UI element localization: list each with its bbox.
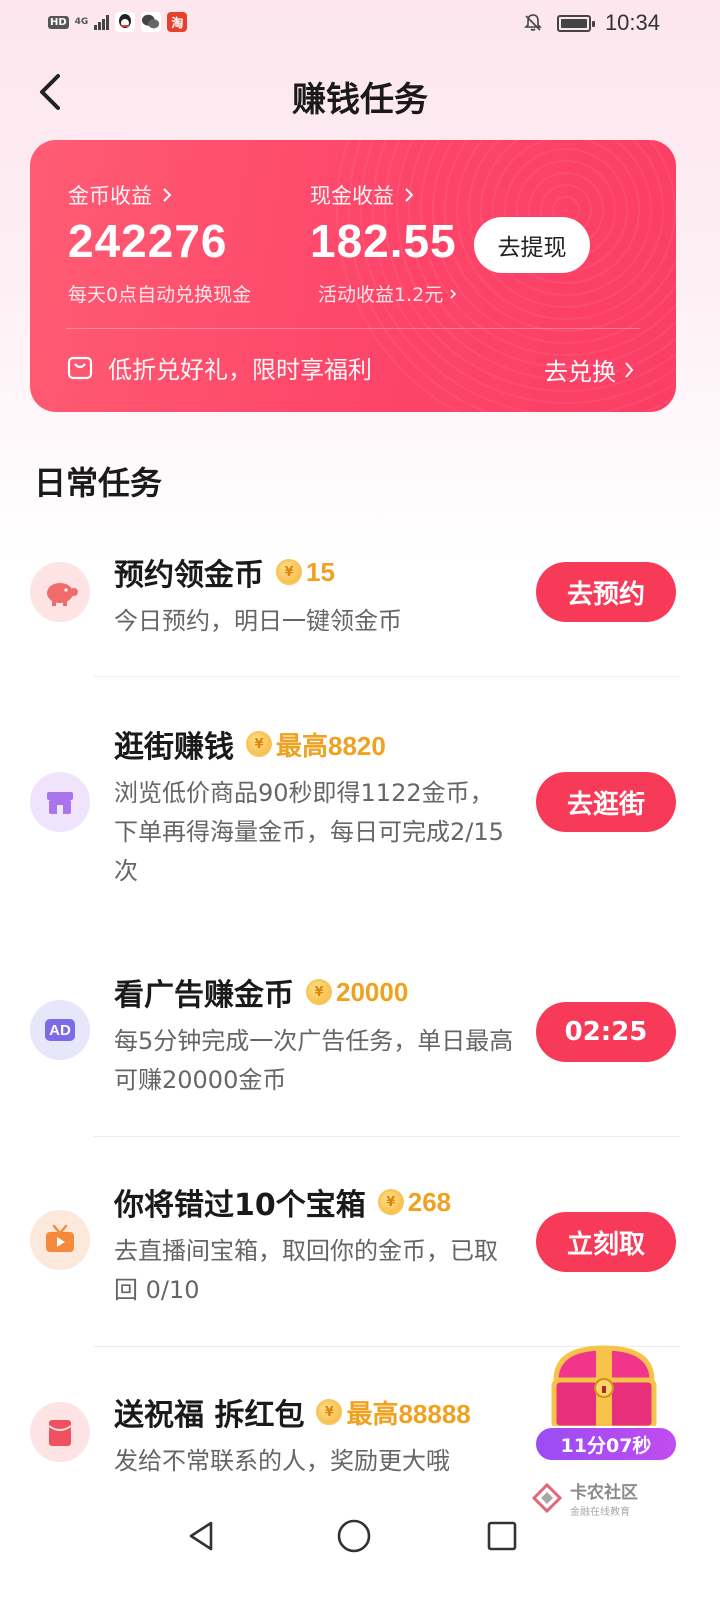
ad-icon-label: AD: [49, 1021, 71, 1039]
task-title: 送祝福 拆红包: [114, 1398, 305, 1433]
redeem-label: 去兑换: [544, 358, 616, 386]
reward-badge: ¥ 最高8820: [246, 726, 386, 763]
task-title: 你将错过10个宝箱: [114, 1188, 366, 1223]
promo-text: 低折兑好礼，限时享福利: [108, 356, 372, 384]
task-icon-wrapper: [30, 562, 90, 622]
page-title: 赚钱任务: [292, 80, 428, 120]
taobao-icon: 淘: [167, 12, 188, 32]
redeem-button[interactable]: 去兑换: [544, 352, 634, 387]
task-reserve-coins: 预约领金币 ¥ 15 今日预约，明日一键领金币 去预约: [0, 540, 720, 680]
cash-earnings-label: 现金收益: [310, 184, 394, 208]
section-title-daily-tasks: 日常任务: [34, 464, 163, 502]
qq-icon: [115, 12, 136, 32]
task-treasure-boxes: 你将错过10个宝箱 ¥ 268 去直播间宝箱，取回你的金币，已取回 0/10 立…: [0, 1170, 720, 1330]
coin-icon: ¥: [377, 1189, 404, 1215]
reward-amount: 268: [407, 1186, 452, 1217]
coin-icon: ¥: [316, 1399, 343, 1425]
battery-icon: [556, 14, 595, 32]
task-icon-wrapper: [30, 772, 90, 832]
task-title: 看广告赚金币: [114, 978, 294, 1013]
browse-button[interactable]: 去逛街: [536, 772, 676, 832]
withdraw-button[interactable]: 去提现: [474, 217, 590, 273]
task-icon-wrapper: [30, 1210, 90, 1270]
reserve-button[interactable]: 去预约: [536, 562, 676, 622]
task-description: 每5分钟完成一次广告任务，单日最高可赚20000金币: [114, 1027, 514, 1094]
cash-earnings-link[interactable]: 现金收益: [310, 180, 414, 210]
task-title-row: 看广告赚金币 ¥ 20000: [114, 970, 408, 1014]
earnings-card: 金币收益 242276 每天0点自动兑换现金 现金收益 182.55 活动收益1…: [30, 140, 676, 412]
header: 赚钱任务: [0, 58, 720, 128]
coin-earnings-note: 每天0点自动兑换现金: [68, 284, 252, 306]
reward-badge: ¥ 268: [377, 1186, 452, 1218]
chevron-right-icon: [163, 188, 172, 202]
task-watch-ads: AD 看广告赚金币 ¥ 20000 每5分钟完成一次广告任务，单日最高可赚200…: [0, 960, 720, 1120]
cash-earnings-value: 182.55: [310, 215, 457, 267]
chevron-right-icon: [625, 361, 634, 378]
chevron-right-icon: [405, 188, 414, 202]
network-type: 4G: [74, 16, 89, 27]
wechat-icon: [141, 12, 162, 32]
store-icon: [30, 772, 90, 832]
hd-badge: HD: [48, 15, 69, 29]
triangle-back-icon: [189, 1521, 213, 1551]
promo-banner[interactable]: 低折兑好礼，限时享福利: [66, 350, 372, 385]
ad-countdown-button[interactable]: 02:25: [536, 1002, 676, 1062]
nav-home-button[interactable]: [326, 1508, 382, 1564]
coin-earnings-value: 242276: [68, 215, 228, 267]
nav-back-button[interactable]: [174, 1508, 230, 1564]
activity-earnings-label: 活动收益1.2元: [318, 284, 444, 306]
floating-treasure-chest[interactable]: 11分07秒: [532, 1340, 680, 1466]
red-envelope-icon: [30, 1402, 90, 1462]
task-title-row: 送祝福 拆红包 ¥ 最高88888: [114, 1390, 471, 1434]
coin-earnings-label: 金币收益: [68, 184, 152, 208]
task-title: 逛街赚钱: [114, 730, 234, 765]
task-divider: [94, 676, 680, 677]
task-description: 去直播间宝箱，取回你的金币，已取回 0/10: [114, 1237, 498, 1304]
reward-badge: ¥ 20000: [306, 977, 408, 1008]
task-icon-wrapper: AD: [30, 1000, 90, 1060]
reward-amount: 20000: [336, 976, 409, 1007]
coin-icon: ¥: [306, 979, 332, 1005]
clock: 10:34: [604, 10, 660, 35]
tv-icon: [30, 1210, 90, 1270]
task-description: 今日预约，明日一键领金币: [114, 607, 402, 635]
piggy-bank-icon: [30, 562, 90, 622]
reward-amount: 最高8820: [276, 730, 386, 761]
reward-amount: 最高88888: [346, 1398, 471, 1429]
coin-icon: ¥: [246, 731, 272, 757]
reward-badge: ¥ 15: [276, 557, 335, 588]
status-bar: HD 4G 淘 10:34: [0, 0, 720, 48]
chest-countdown: 11分07秒: [534, 1426, 678, 1462]
signal-icon: [94, 14, 110, 30]
mute-bell-icon: [524, 14, 542, 31]
coin-earnings-link[interactable]: 金币收益: [68, 180, 172, 210]
reward-amount: 15: [306, 556, 335, 587]
treasure-chest-icon: [551, 1345, 657, 1431]
card-divider: [66, 328, 640, 329]
reward-badge: ¥ 最高88888: [316, 1394, 471, 1431]
task-icon-wrapper: [30, 1402, 90, 1462]
task-title-row: 你将错过10个宝箱 ¥ 268: [114, 1180, 451, 1224]
claim-now-button[interactable]: 立刻取: [536, 1212, 676, 1272]
chevron-right-icon: [450, 288, 457, 299]
task-title-row: 逛街赚钱 ¥ 最高8820: [114, 722, 386, 766]
activity-earnings-link[interactable]: 活动收益1.2元: [318, 280, 457, 307]
task-title: 预约领金币: [114, 558, 264, 593]
square-recents-icon: [487, 1521, 517, 1551]
task-description: 发给不常联系的人，奖励更大哦: [114, 1447, 450, 1475]
coin-icon: ¥: [276, 559, 302, 585]
system-nav-bar: [0, 1488, 720, 1600]
nav-recents-button[interactable]: [474, 1508, 530, 1564]
task-browse-shopping: 逛街赚钱 ¥ 最高8820 浏览低价商品90秒即得1122金币，下单再得海量金币…: [0, 714, 720, 914]
task-title-row: 预约领金币 ¥ 15: [114, 550, 335, 594]
gift-bag-icon: [67, 356, 93, 379]
task-description: 浏览低价商品90秒即得1122金币，下单再得海量金币，每日可完成2/15次: [114, 779, 504, 885]
task-divider: [94, 1136, 680, 1137]
circle-home-icon: [337, 1519, 371, 1553]
